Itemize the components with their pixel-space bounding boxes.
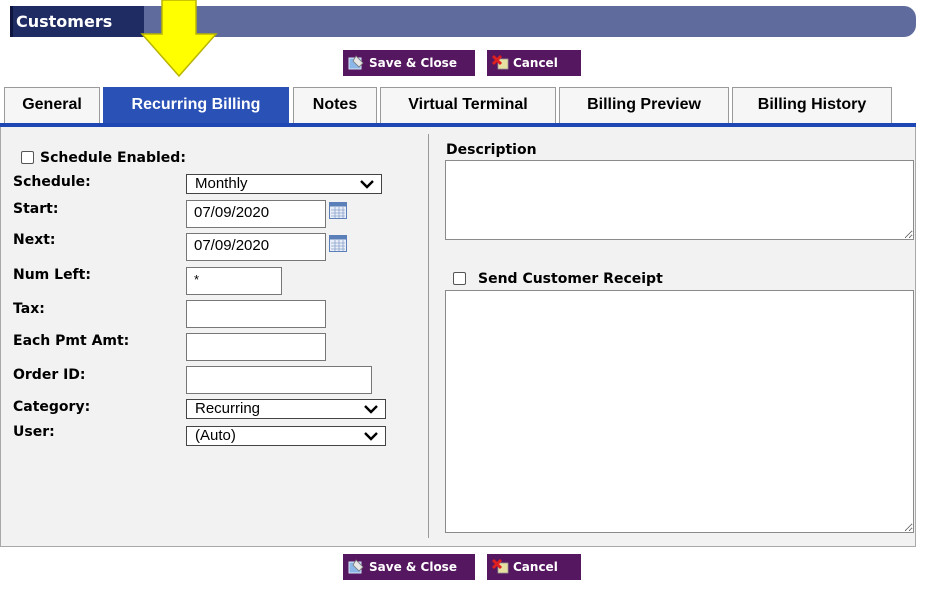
cancel-x-icon <box>491 558 509 574</box>
user-value: (Auto) <box>195 427 236 444</box>
cancel-x-icon <box>491 54 509 70</box>
tab-label: Billing History <box>757 96 867 113</box>
num-left-input[interactable]: * <box>186 267 282 295</box>
cancel-button-bottom[interactable]: Cancel <box>487 554 581 580</box>
category-value: Recurring <box>195 400 261 417</box>
num-left-label: Num Left: <box>13 267 91 283</box>
each-pmt-amt-input[interactable] <box>186 333 326 361</box>
category-label: Category: <box>13 399 91 415</box>
tax-label: Tax: <box>13 301 45 317</box>
save-disk-icon <box>348 55 364 70</box>
receipt-textarea[interactable] <box>445 290 914 533</box>
calendar-icon[interactable] <box>329 235 347 252</box>
order-id-input[interactable] <box>186 366 372 394</box>
save-close-label: Save & Close <box>369 560 457 574</box>
start-label: Start: <box>13 201 59 217</box>
cancel-label: Cancel <box>513 56 558 70</box>
send-customer-receipt-label: Send Customer Receipt <box>478 271 663 287</box>
next-label: Next: <box>13 232 56 248</box>
tab-label: Virtual Terminal <box>408 96 528 113</box>
schedule-label: Schedule: <box>13 174 91 190</box>
chevron-down-icon <box>360 180 374 189</box>
schedule-enabled-label: Schedule Enabled: <box>40 150 186 166</box>
column-divider <box>428 134 429 538</box>
chevron-down-icon <box>364 432 378 441</box>
chevron-down-icon <box>364 405 378 414</box>
yellow-down-arrow-icon <box>140 0 218 78</box>
tab-label: Billing Preview <box>587 96 701 113</box>
start-date-input[interactable]: 07/09/2020 <box>186 200 326 228</box>
save-disk-icon <box>348 559 364 574</box>
tab-label: Notes <box>312 96 358 113</box>
start-value: 07/09/2020 <box>194 204 270 221</box>
page-title: Customers <box>16 12 113 31</box>
tab-recurring-billing[interactable]: Recurring Billing <box>103 87 289 123</box>
tab-virtual-terminal[interactable]: Virtual Terminal <box>380 87 556 123</box>
tab-notes[interactable]: Notes <box>293 87 377 123</box>
num-left-value: * <box>194 272 200 287</box>
cancel-label: Cancel <box>513 560 558 574</box>
user-label: User: <box>13 424 55 440</box>
user-select[interactable]: (Auto) <box>186 426 386 446</box>
save-close-label: Save & Close <box>369 56 457 70</box>
next-value: 07/09/2020 <box>194 237 270 254</box>
schedule-value: Monthly <box>195 175 248 192</box>
tab-billing-history[interactable]: Billing History <box>732 87 892 123</box>
description-textarea[interactable] <box>445 160 914 240</box>
schedule-enabled-checkbox[interactable] <box>21 151 34 164</box>
tab-general[interactable]: General <box>4 87 100 123</box>
category-select[interactable]: Recurring <box>186 399 386 419</box>
description-label: Description <box>446 142 537 158</box>
save-close-button-bottom[interactable]: Save & Close <box>343 554 475 580</box>
tab-billing-preview[interactable]: Billing Preview <box>559 87 729 123</box>
tab-label: Recurring Billing <box>131 96 261 113</box>
next-date-input[interactable]: 07/09/2020 <box>186 233 326 261</box>
tab-label: General <box>22 96 82 113</box>
schedule-select[interactable]: Monthly <box>186 174 382 194</box>
each-pmt-amt-label: Each Pmt Amt: <box>13 333 130 349</box>
send-customer-receipt-checkbox[interactable] <box>453 272 466 285</box>
cancel-button-top[interactable]: Cancel <box>487 50 581 76</box>
tax-input[interactable] <box>186 300 326 328</box>
order-id-label: Order ID: <box>13 367 86 383</box>
save-close-button-top[interactable]: Save & Close <box>343 50 475 76</box>
calendar-icon[interactable] <box>329 202 347 219</box>
